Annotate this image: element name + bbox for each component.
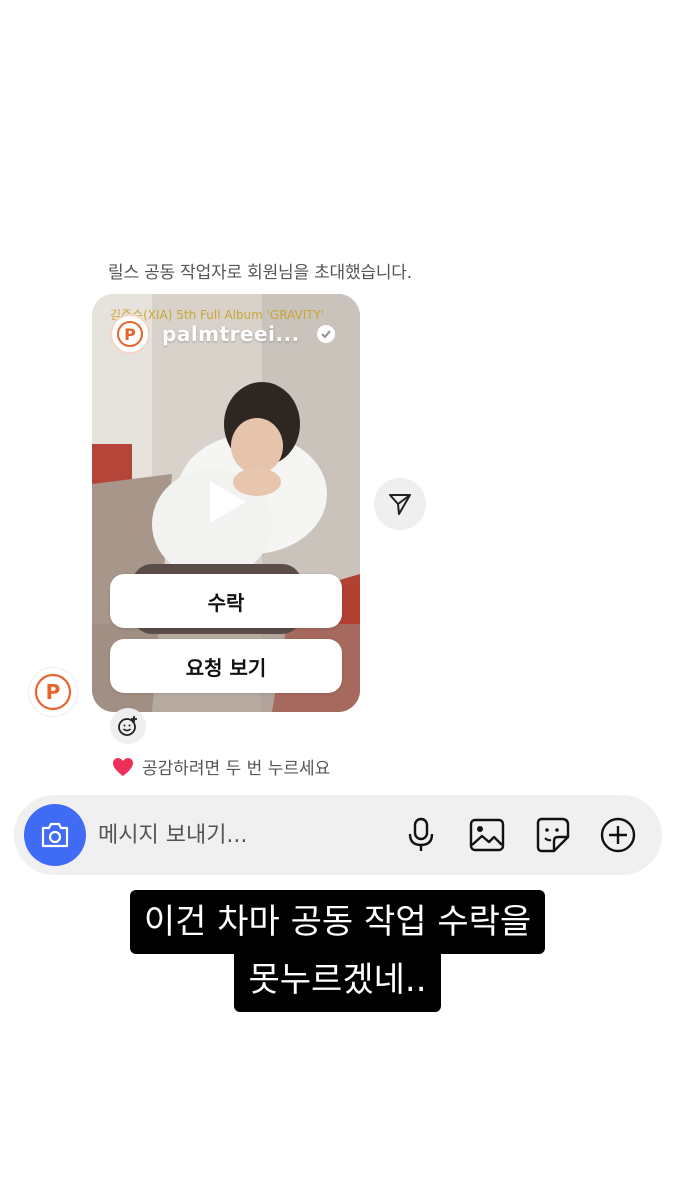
message-composer	[14, 795, 662, 875]
palmtree-logo-icon: P	[34, 673, 72, 711]
more-options-button[interactable]	[597, 814, 639, 856]
add-reaction-button[interactable]	[110, 708, 146, 744]
plus-circle-icon	[600, 817, 636, 853]
overlay-line-1: 이건 차마 공동 작업 수락을	[129, 890, 546, 954]
gallery-button[interactable]	[466, 814, 508, 856]
microphone-icon	[408, 817, 434, 851]
verified-badge-icon	[316, 325, 335, 343]
collab-invite-notice: 릴스 공동 작업자로 회원님을 초대했습니다.	[108, 263, 412, 283]
camera-icon	[41, 822, 69, 848]
emoji-add-icon	[118, 716, 137, 736]
message-input[interactable]	[98, 819, 388, 851]
sender-avatar[interactable]: P	[28, 667, 78, 717]
svg-text:P: P	[124, 325, 136, 344]
view-request-button[interactable]: 요청 보기	[110, 639, 342, 693]
share-button[interactable]	[374, 478, 426, 530]
palmtree-logo-icon: P	[117, 321, 143, 347]
sticker-button[interactable]	[531, 814, 573, 856]
play-icon[interactable]	[200, 477, 250, 527]
microphone-button[interactable]	[400, 814, 442, 856]
svg-text:P: P	[46, 680, 61, 704]
sticker-icon	[536, 817, 570, 853]
reel-preview-card[interactable]: 김준수(XIA) 5th Full Album 'GRAVITY' P palm…	[92, 294, 360, 712]
story-text-overlay: 이건 차마 공동 작업 수락을 못누르겠네..	[0, 890, 675, 1012]
reel-header[interactable]: P palmtreei...	[110, 314, 336, 354]
send-icon	[389, 494, 411, 515]
reel-username[interactable]: palmtreei...	[162, 322, 300, 346]
image-gallery-icon	[469, 818, 505, 852]
overlay-line-2: 못누르겠네..	[234, 948, 441, 1012]
camera-button[interactable]	[24, 804, 86, 866]
like-hint: 공감하려면 두 번 누르세요	[112, 754, 330, 779]
like-hint-text: 공감하려면 두 번 누르세요	[142, 759, 331, 779]
reel-account-avatar[interactable]: P	[110, 314, 150, 354]
accept-button[interactable]: 수락	[110, 574, 342, 628]
heart-icon	[113, 757, 133, 776]
